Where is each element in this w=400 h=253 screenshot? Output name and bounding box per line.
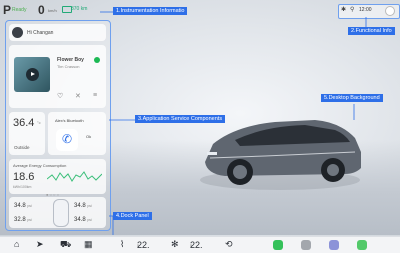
energy-sparkline: [47, 171, 102, 182]
annotation-instrumentation: 1.Instrumentation Informatio: [113, 7, 188, 15]
page-indicator[interactable]: ● ○ ○ ○: [46, 192, 59, 197]
right-temperature[interactable]: 22. 5: [190, 240, 203, 250]
energy-card[interactable]: Average Energy Consumption 18.6 kWh/100k…: [9, 159, 106, 194]
navigation-icon[interactable]: ➤: [36, 239, 44, 250]
speed-unit: km/h: [48, 8, 57, 13]
tire-rear-right: 34.8 psi: [74, 217, 92, 223]
application-panel: Hi Changan Flower Boy Tim Crasson ♡ ✕ ≡ …: [5, 20, 111, 231]
settings-app-icon[interactable]: [357, 240, 367, 250]
dock-panel: ⌂ ➤ ⛟ ▦ ⌇ 22. 5 ✻ 22. 5 ⟲: [0, 236, 400, 253]
tire-front-left: 34.8 psi: [14, 203, 32, 209]
home-icon[interactable]: ⌂: [14, 239, 19, 249]
car-outline-icon: [53, 199, 69, 227]
bluetooth-icon: ✱: [341, 7, 347, 13]
gear-indicator: P: [3, 3, 12, 17]
clock: 12:00: [359, 7, 372, 13]
greeting-text: Hi Changan: [27, 30, 54, 36]
artist-name: Tim Crasson: [57, 64, 80, 69]
range-value: 370 km: [71, 6, 88, 12]
annotation-desktop: 5.Desktop Background: [321, 94, 383, 102]
apps-grid-icon[interactable]: ▦: [84, 239, 93, 250]
temperature-unit: °c: [37, 120, 41, 125]
phone-icon: ✆: [62, 132, 73, 146]
recirculation-icon[interactable]: ⟲: [225, 239, 233, 250]
greeting-card[interactable]: Hi Changan: [9, 24, 106, 41]
temperature-card[interactable]: 36.4 °c Outside: [9, 112, 45, 155]
phone-app-icon[interactable]: [273, 240, 283, 250]
annotation-functional: 2.Functional Info: [348, 27, 395, 35]
energy-title: Average Energy Consumption: [13, 163, 67, 168]
left-temperature[interactable]: 22. 5: [137, 240, 150, 250]
mode-toggle[interactable]: [385, 6, 395, 16]
heart-icon[interactable]: ♡: [57, 92, 63, 100]
bluetooth-phone-card[interactable]: Alex's Bluetooth ✆ Ok: [48, 112, 106, 155]
temperature-value: 36.4: [13, 117, 35, 129]
energy-unit: kWh/100km: [13, 185, 32, 189]
album-art: [14, 57, 50, 92]
messages-app-icon[interactable]: [301, 240, 311, 250]
play-button[interactable]: [26, 68, 39, 81]
speed-value: 0: [38, 3, 45, 17]
car-icon[interactable]: ⛟: [60, 239, 71, 251]
energy-value: 18.6: [13, 171, 35, 183]
annotation-application: 3.Application Service Components: [135, 115, 226, 123]
media-app-icon[interactable]: [329, 240, 339, 250]
annotation-dock: 4.Dock Panel: [113, 212, 152, 220]
tire-pressure-card[interactable]: 34.8 psi 34.8 psi 32.8 psi 34.8 psi: [9, 197, 106, 228]
playlist-icon[interactable]: ≡: [93, 92, 97, 99]
climate-icon[interactable]: ✻: [171, 239, 179, 250]
music-card[interactable]: Flower Boy Tim Crasson ♡ ✕ ≡: [9, 45, 106, 108]
gear-state: Ready: [12, 7, 27, 13]
tire-front-right: 34.8 psi: [74, 203, 92, 209]
tire-rear-left: 32.8 psi: [14, 217, 32, 223]
phone-button[interactable]: ✆: [56, 129, 78, 151]
music-app-icon: [94, 57, 100, 63]
song-title: Flower Boy: [57, 57, 84, 63]
fan-icon[interactable]: ⌇: [120, 239, 124, 250]
signal-icon: ⚲: [350, 7, 355, 13]
bluetooth-status: Ok: [86, 134, 92, 139]
shuffle-icon[interactable]: ✕: [75, 92, 81, 100]
avatar: [12, 27, 23, 38]
temperature-label: Outside: [14, 145, 30, 150]
bluetooth-title: Alex's Bluetooth: [55, 118, 84, 123]
